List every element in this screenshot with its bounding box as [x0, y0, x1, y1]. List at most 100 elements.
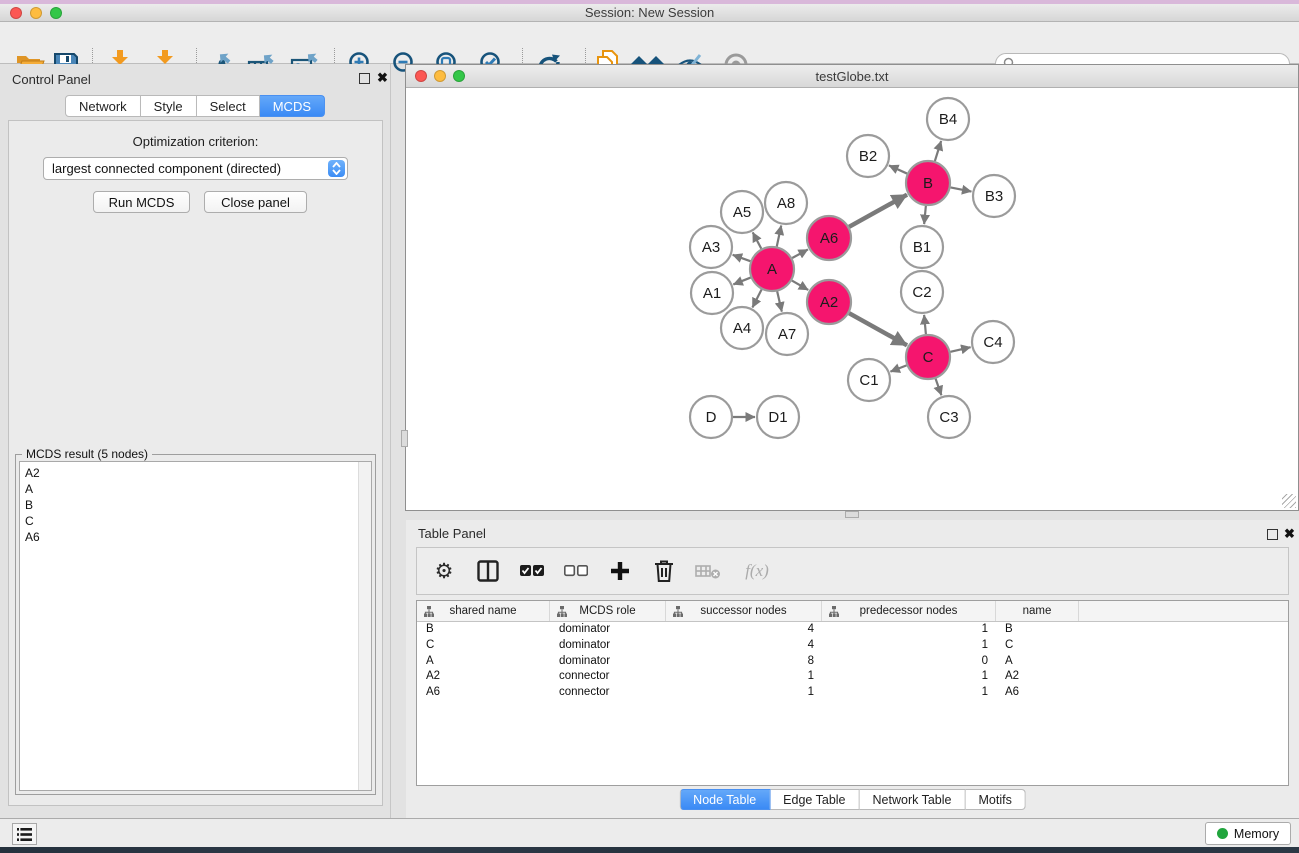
window-titlebar[interactable]: Session: New Session: [0, 4, 1299, 22]
table-row[interactable]: Cdominator41C: [417, 638, 1288, 654]
table-row[interactable]: A2connector11A2: [417, 669, 1288, 685]
graph-node-B1[interactable]: B1: [901, 226, 943, 268]
table-row[interactable]: A6connector11A6: [417, 685, 1288, 701]
graph-edge-C-C3[interactable]: [936, 379, 942, 396]
graph-node-D1[interactable]: D1: [757, 396, 799, 438]
zoom-traffic-light[interactable]: [453, 70, 465, 82]
graph-edge-A6-B[interactable]: [849, 195, 907, 227]
settings-gear-icon[interactable]: ⚙: [429, 556, 459, 586]
splitter-grip-bottom[interactable]: [845, 511, 859, 518]
graph-edge-A-A4[interactable]: [752, 290, 761, 308]
column-header-shared-name[interactable]: shared name: [417, 601, 550, 621]
column-header-empty: [1079, 601, 1288, 621]
graph-edge-C-C4[interactable]: [950, 347, 970, 352]
graph-edge-A-A7[interactable]: [777, 291, 782, 311]
tab-mcds[interactable]: MCDS: [260, 95, 325, 117]
network-canvas[interactable]: B4 B2 B B3 B1 A5A8A6 A3 A A1 A2 C2 A4A7 C4 C C1 C3 D D1: [406, 88, 1298, 510]
graph-edge-B-B3[interactable]: [951, 187, 972, 191]
session-title: Session: New Session: [0, 5, 1299, 20]
graph-edge-B-B4[interactable]: [935, 141, 941, 161]
graph-node-A4[interactable]: A4: [721, 307, 763, 349]
delete-table-icon[interactable]: [693, 556, 723, 586]
column-header-mcds-role[interactable]: MCDS role: [550, 601, 666, 621]
close-panel-icon[interactable]: ✖: [377, 70, 388, 85]
graph-node-C3[interactable]: C3: [928, 396, 970, 438]
graph-node-A5[interactable]: A5: [721, 191, 763, 233]
graph-edge-C-C2[interactable]: [924, 315, 926, 334]
graph-edge-A-A3[interactable]: [733, 255, 751, 261]
select-all-icon[interactable]: [517, 556, 547, 586]
optimization-criterion-select[interactable]: largest connected component (directed): [43, 157, 348, 180]
tab-select[interactable]: Select: [197, 95, 260, 117]
table-row[interactable]: Bdominator41B: [417, 622, 1288, 638]
float-window-icon[interactable]: [359, 73, 370, 84]
network-window-titlebar[interactable]: testGlobe.txt: [406, 65, 1298, 88]
svg-text:D: D: [706, 409, 717, 426]
show-column-icon[interactable]: [473, 556, 503, 586]
graph-node-B4[interactable]: B4: [927, 98, 969, 140]
network-view-window[interactable]: testGlobe.txt B4 B2 B B3 B1 A5A8A6 A3 A A1 A2 C2 A4…: [405, 64, 1299, 511]
graph-edge-A-A2[interactable]: [792, 281, 808, 290]
run-mcds-button[interactable]: Run MCDS: [93, 191, 190, 213]
delete-columns-icon[interactable]: [649, 556, 679, 586]
tab-node-table[interactable]: Node Table: [679, 789, 770, 810]
graph-node-B2[interactable]: B2: [847, 135, 889, 177]
graph-edge-B-B2[interactable]: [889, 165, 907, 173]
graph-edge-B-B1[interactable]: [924, 206, 926, 224]
close-panel-button[interactable]: Close panel: [204, 191, 307, 213]
mcds-result-item[interactable]: B: [20, 497, 371, 513]
column-header-name[interactable]: name: [996, 601, 1079, 621]
node-table[interactable]: shared nameMCDS rolesuccessor nodesprede…: [416, 600, 1289, 786]
graph-node-A2[interactable]: A2: [807, 280, 851, 324]
column-header-predecessor-nodes[interactable]: predecessor nodes: [822, 601, 996, 621]
column-header-successor-nodes[interactable]: successor nodes: [666, 601, 822, 621]
graph-edge-A-A1[interactable]: [733, 278, 750, 285]
close-traffic-light[interactable]: [10, 7, 22, 19]
minimize-traffic-light[interactable]: [434, 70, 446, 82]
graph-node-B[interactable]: B: [906, 161, 950, 205]
graph-node-C1[interactable]: C1: [848, 359, 890, 401]
unselect-all-icon[interactable]: [561, 556, 591, 586]
task-history-button[interactable]: [12, 823, 37, 845]
float-window-icon[interactable]: [1267, 529, 1278, 540]
tab-network-table[interactable]: Network Table: [860, 789, 966, 810]
graph-node-A1[interactable]: A1: [691, 272, 733, 314]
memory-button[interactable]: Memory: [1205, 822, 1291, 845]
tab-motifs[interactable]: Motifs: [965, 789, 1025, 810]
table-row[interactable]: Adominator80A: [417, 654, 1288, 670]
splitter-grip-left[interactable]: [401, 430, 408, 447]
graph-node-D[interactable]: D: [690, 396, 732, 438]
graph-node-C4[interactable]: C4: [972, 321, 1014, 363]
minimize-traffic-light[interactable]: [30, 7, 42, 19]
add-column-icon[interactable]: [605, 556, 635, 586]
close-panel-icon[interactable]: ✖: [1284, 526, 1295, 541]
graph-edge-C-C1[interactable]: [890, 365, 906, 371]
graph-node-A[interactable]: A: [750, 247, 794, 291]
scrollbar-track[interactable]: [358, 462, 371, 790]
graph-node-A8[interactable]: A8: [765, 182, 807, 224]
close-traffic-light[interactable]: [415, 70, 427, 82]
mcds-result-list[interactable]: A2ABCA6: [19, 461, 372, 791]
graph-node-A3[interactable]: A3: [690, 226, 732, 268]
zoom-traffic-light[interactable]: [50, 7, 62, 19]
graph-node-C[interactable]: C: [906, 335, 950, 379]
table-cell: connector: [550, 685, 666, 701]
function-builder-icon[interactable]: f(x): [737, 556, 777, 586]
graph-node-B3[interactable]: B3: [973, 175, 1015, 217]
graph-node-C2[interactable]: C2: [901, 271, 943, 313]
mcds-result-item[interactable]: C: [20, 513, 371, 529]
graph-edge-A-A8[interactable]: [777, 225, 781, 246]
graph-edge-A-A5[interactable]: [753, 232, 762, 248]
graph-node-A6[interactable]: A6: [807, 216, 851, 260]
table-panel-tabs: Node TableEdge TableNetwork TableMotifs: [679, 789, 1026, 810]
tab-style[interactable]: Style: [141, 95, 197, 117]
tab-edge-table[interactable]: Edge Table: [770, 789, 859, 810]
graph-edge-A-A6[interactable]: [792, 249, 808, 258]
mcds-result-item[interactable]: A2: [20, 465, 371, 481]
window-resize-grip[interactable]: [1282, 494, 1296, 508]
graph-edge-A2-C[interactable]: [849, 313, 907, 345]
mcds-result-item[interactable]: A6: [20, 529, 371, 545]
mcds-result-item[interactable]: A: [20, 481, 371, 497]
graph-node-A7[interactable]: A7: [766, 313, 808, 355]
tab-network[interactable]: Network: [65, 95, 141, 117]
